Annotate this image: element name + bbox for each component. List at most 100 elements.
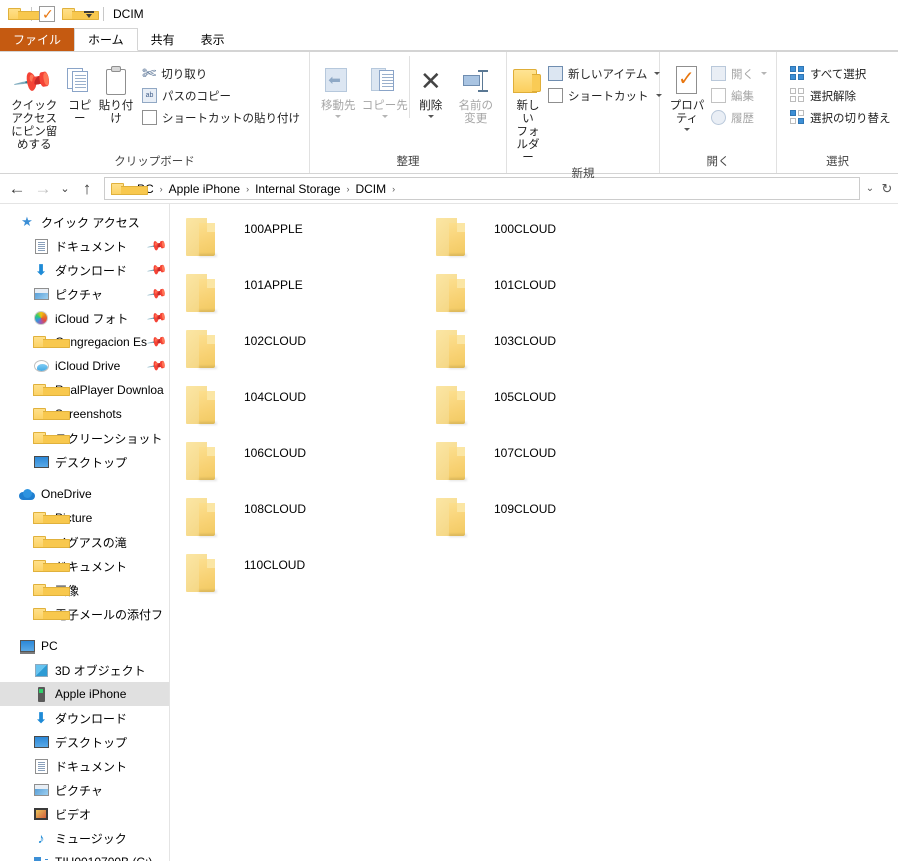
sidebar-item-congregacion-es[interactable]: Congregacion Es 📌 [0,330,169,354]
new-item-button[interactable]: 新しいアイテム [545,64,665,83]
sidebar-item-screenshots-jp[interactable]: スクリーンショット [0,426,169,450]
sidebar-item-local-disk-c[interactable]: TIH0010700B (C:) [0,850,169,861]
sidebar-header-quick-access[interactable]: ★ クイック アクセス [0,210,169,234]
select-none-icon [790,88,805,103]
chevron-down-icon[interactable] [82,7,96,21]
list-item[interactable]: 100APPLE [178,212,428,268]
pin-icon[interactable]: 📌 [146,259,168,281]
sidebar-item-desktop[interactable]: デスクトップ [0,450,169,474]
sidebar-item-pc-pictures[interactable]: ピクチャ [0,778,169,802]
move-to-button[interactable]: ⬅ 移動先 [316,56,361,118]
sidebar-item-pc-music[interactable]: ♪ ミュージック [0,826,169,850]
pin-icon[interactable]: 📌 [146,283,168,305]
list-item[interactable]: 110CLOUD [178,548,428,604]
list-item[interactable]: 102CLOUD [178,324,428,380]
copy-to-button[interactable]: コピー先 [361,56,409,118]
file-list-view[interactable]: 100APPLE 100CLOUD 101APPLE 101CLOUD 102C… [170,204,898,861]
pin-icon[interactable]: 📌 [146,235,168,257]
easy-access-button[interactable]: ショートカット [545,86,665,105]
folder-icon [32,334,70,350]
paste-shortcut-button[interactable]: ショートカットの貼り付け [139,108,303,127]
sidebar-item-documents[interactable]: ドキュメント 📌 [0,234,169,258]
list-item[interactable]: 103CLOUD [428,324,678,380]
select-all-button[interactable]: すべて選択 [787,64,894,83]
shortcut-icon [548,88,563,103]
list-item[interactable]: 106CLOUD [178,436,428,492]
sidebar-item-onedrive-documents[interactable]: ドキュメント [0,554,169,578]
ribbon: 📌 クイック アクセス にピン留めする コピー 貼り付け ✄ 切り取り ab パ… [0,52,898,180]
history-button[interactable]: 履歴 [708,108,770,127]
recent-locations-button[interactable]: ⌄ [56,177,74,201]
rename-button[interactable]: 名前の 変更 [452,56,500,126]
sidebar-item-pc-downloads[interactable]: ⬇ ダウンロード [0,706,169,730]
folder-icon[interactable] [8,7,45,21]
sidebar-item-picture[interactable]: Picture [0,506,169,530]
sidebar-item-onedrive-images[interactable]: 画像 [0,578,169,602]
folder-icon [432,214,480,258]
sidebar-item-iguazu-falls[interactable]: イグアスの滝 [0,530,169,554]
sidebar-item-icloud-photos[interactable]: iCloud フォト 📌 [0,306,169,330]
pin-to-quick-access-button[interactable]: 📌 クイック アクセス にピン留めする [6,56,63,152]
item-name: 104CLOUD [244,390,307,404]
pin-icon[interactable]: 📌 [146,331,168,353]
breadcrumb-item-internal-storage[interactable]: Internal Storage [250,182,345,196]
breadcrumb-item-apple-iphone[interactable]: Apple iPhone [164,182,245,196]
sidebar-item-3d-objects[interactable]: 3D オブジェクト [0,658,169,682]
paste-label: 貼り付け [98,100,134,125]
sidebar-item-apple-iphone[interactable]: Apple iPhone [0,682,169,706]
back-button[interactable]: ← [4,177,30,201]
sidebar-header-pc[interactable]: PC [0,634,169,658]
up-button[interactable]: ↑ [74,177,100,201]
properties-icon[interactable]: ✓ [39,6,55,22]
list-item[interactable]: 105CLOUD [428,380,678,436]
sidebar-header-onedrive[interactable]: OneDrive [0,482,169,506]
list-item[interactable]: 108CLOUD [178,492,428,548]
navigation-pane[interactable]: ★ クイック アクセス ドキュメント 📌 ⬇ ダウンロード 📌 ピクチャ 📌 i… [0,204,170,861]
pin-icon[interactable]: 📌 [146,355,168,377]
chevron-down-icon [335,115,342,118]
tab-file[interactable]: ファイル [0,28,75,51]
refresh-button[interactable]: ↻ [880,177,894,200]
properties-button[interactable]: ✓ プロパティ [666,56,708,131]
new-folder-button[interactable]: 新しい フォルダー [513,56,543,165]
pin-icon[interactable]: 📌 [146,307,168,329]
invert-selection-button[interactable]: 選択の切り替え [787,108,894,127]
sidebar-item-screenshots[interactable]: Screenshots [0,402,169,426]
sidebar-item-label: RealPlayer Downloa [55,383,164,397]
sidebar-item-icloud-drive[interactable]: iCloud Drive 📌 [0,354,169,378]
main-area: ★ クイック アクセス ドキュメント 📌 ⬇ ダウンロード 📌 ピクチャ 📌 i… [0,204,898,861]
list-item[interactable]: 101APPLE [178,268,428,324]
list-item[interactable]: 109CLOUD [428,492,678,548]
select-all-icon [790,66,805,81]
paste-button[interactable]: 貼り付け [97,56,135,126]
forward-button[interactable]: → [30,177,56,201]
select-none-button[interactable]: 選択解除 [787,86,894,105]
new-folder-icon[interactable] [62,7,99,21]
delete-button[interactable]: ✕ 削除 [408,56,452,118]
folder-icon [182,214,230,258]
list-item[interactable]: 107CLOUD [428,436,678,492]
edit-button[interactable]: 編集 [708,86,770,105]
copy-path-button[interactable]: ab パスのコピー [139,86,303,105]
tab-view[interactable]: 表示 [187,28,238,51]
sidebar-item-realplayer-downloads[interactable]: RealPlayer Downloa [0,378,169,402]
tab-share[interactable]: 共有 [137,28,188,51]
sidebar-item-pc-desktop[interactable]: デスクトップ [0,730,169,754]
address-dropdown-button[interactable]: ⌄ [860,177,880,200]
sidebar-item-label: ピクチャ [55,783,103,798]
list-item[interactable]: 100CLOUD [428,212,678,268]
sidebar-item-email-attachments[interactable]: 電子メールの添付ファ [0,602,169,626]
sidebar-item-pc-videos[interactable]: ビデオ [0,802,169,826]
list-item[interactable]: 101CLOUD [428,268,678,324]
cut-button[interactable]: ✄ 切り取り [139,64,303,83]
properties-label: プロパティ [669,100,705,125]
sidebar-item-pictures[interactable]: ピクチャ 📌 [0,282,169,306]
sidebar-item-pc-documents[interactable]: ドキュメント [0,754,169,778]
breadcrumb[interactable]: › PC › Apple iPhone › Internal Storage ›… [104,177,860,200]
sidebar-item-downloads[interactable]: ⬇ ダウンロード 📌 [0,258,169,282]
tab-home[interactable]: ホーム [74,28,138,51]
copy-button[interactable]: コピー [63,56,97,126]
list-item[interactable]: 104CLOUD [178,380,428,436]
breadcrumb-item-dcim[interactable]: DCIM [350,182,391,196]
open-button[interactable]: 開く [708,64,770,83]
